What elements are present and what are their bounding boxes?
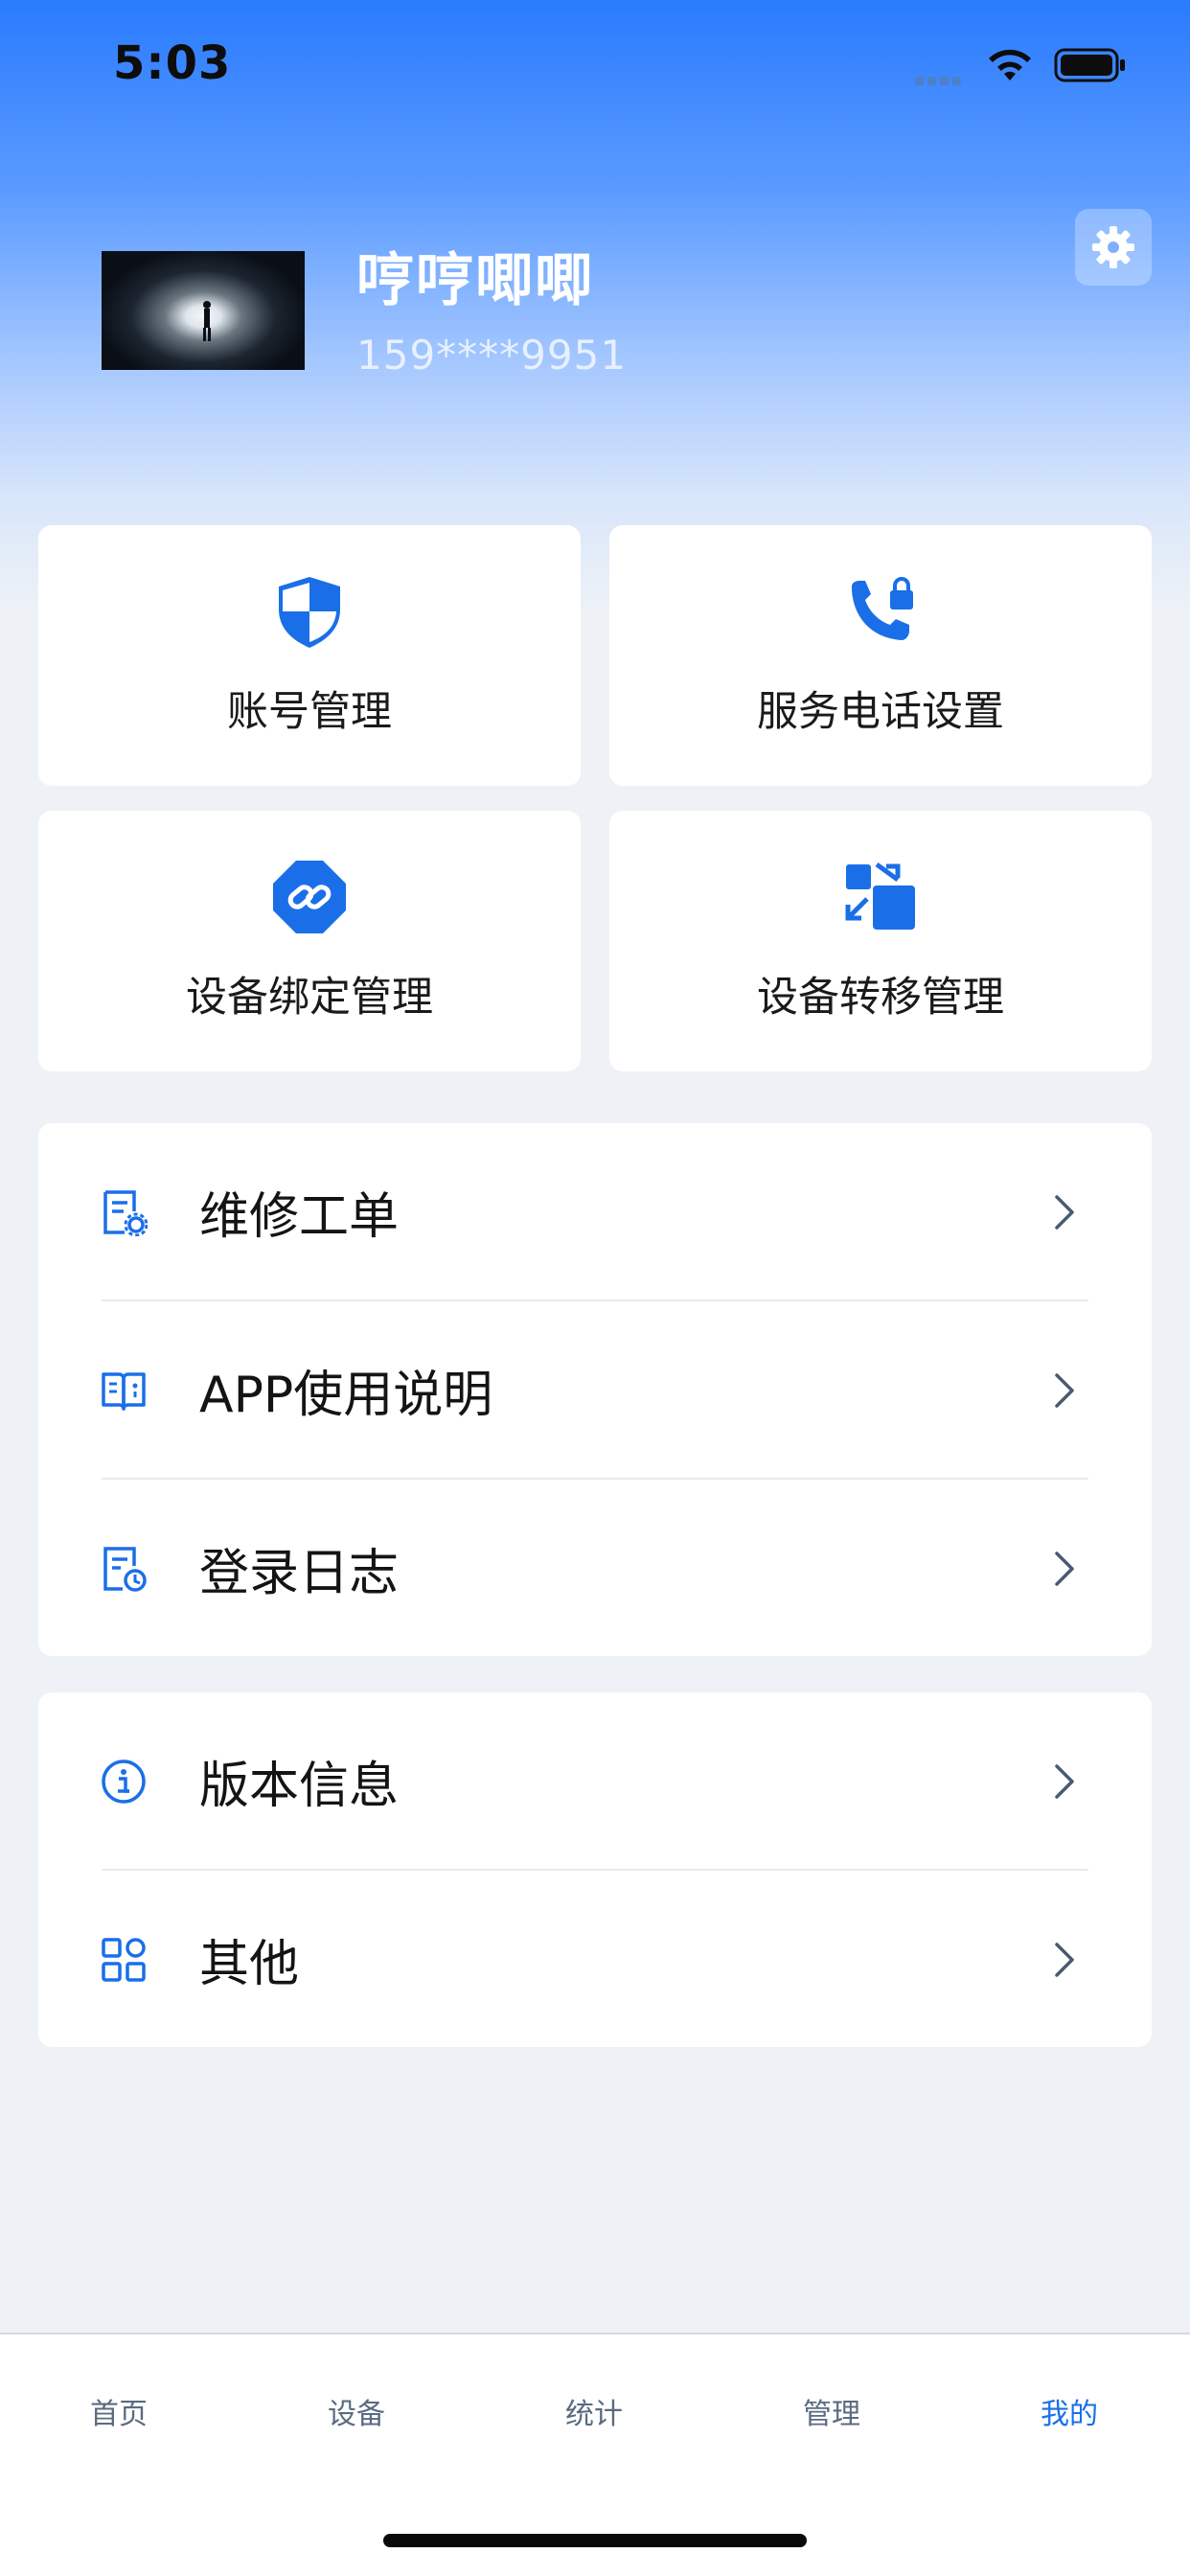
device-binding-card[interactable]: 设备绑定管理 xyxy=(38,811,581,1071)
menu-item-label: 登录日志 xyxy=(199,1544,400,1602)
home-indicator[interactable] xyxy=(383,2534,807,2547)
info-icon xyxy=(102,1760,146,1804)
menu-section-2: 版本信息 其他 xyxy=(38,1692,1152,2047)
cellular-signal-icon xyxy=(915,71,965,89)
wifi-icon xyxy=(989,49,1031,80)
menu-item-other[interactable]: 其他 xyxy=(38,1871,1152,2047)
account-management-label: 账号管理 xyxy=(227,688,392,736)
chevron-right-icon xyxy=(1055,1552,1074,1586)
user-phone: 159****9951 xyxy=(356,332,628,379)
battery-icon xyxy=(1054,48,1125,82)
menu-item-app-manual[interactable]: APP使用说明 xyxy=(38,1301,1152,1478)
profile-screen: 5:03 哼哼唧唧 159****9951 账号管理 服务电话设置 设备绑定管理… xyxy=(0,0,1190,2576)
avatar[interactable] xyxy=(102,251,305,370)
menu-item-label: 其他 xyxy=(199,1935,300,1993)
manual-book-icon xyxy=(102,1372,146,1411)
tab-statistics[interactable]: 统计 xyxy=(475,2390,713,2432)
tab-device[interactable]: 设备 xyxy=(238,2390,475,2432)
menu-item-label: 版本信息 xyxy=(199,1757,400,1815)
menu-item-label: 维修工单 xyxy=(199,1187,400,1246)
menu-item-version-info[interactable]: 版本信息 xyxy=(38,1692,1152,1869)
tab-management[interactable]: 管理 xyxy=(713,2390,950,2432)
chevron-right-icon xyxy=(1055,1943,1074,1977)
menu-item-label: APP使用说明 xyxy=(199,1366,493,1424)
shield-icon xyxy=(279,577,340,648)
device-transfer-card[interactable]: 设备转移管理 xyxy=(609,811,1152,1071)
phone-lock-icon xyxy=(852,577,913,640)
menu-item-repair-order[interactable]: 维修工单 xyxy=(38,1123,1152,1300)
account-management-card[interactable]: 账号管理 xyxy=(38,525,581,786)
status-time: 5:03 xyxy=(113,36,232,90)
chevron-right-icon xyxy=(1055,1764,1074,1799)
grid-icon xyxy=(102,1938,146,1982)
status-bar: 5:03 xyxy=(0,0,1190,125)
user-name: 哼哼唧唧 xyxy=(356,247,594,314)
transfer-icon xyxy=(845,862,915,930)
tab-home[interactable]: 首页 xyxy=(0,2390,238,2432)
avatar-figure-icon xyxy=(203,301,211,341)
menu-section-1: 维修工单 APP使用说明 登录日志 xyxy=(38,1123,1152,1656)
device-binding-label: 设备绑定管理 xyxy=(186,974,433,1022)
gear-icon xyxy=(1092,226,1134,268)
service-phone-settings-label: 服务电话设置 xyxy=(757,688,1004,736)
device-transfer-label: 设备转移管理 xyxy=(757,974,1004,1022)
service-phone-settings-card[interactable]: 服务电话设置 xyxy=(609,525,1152,786)
repair-order-icon xyxy=(103,1190,148,1236)
chevron-right-icon xyxy=(1055,1373,1074,1408)
chevron-right-icon xyxy=(1055,1195,1074,1230)
menu-item-login-log[interactable]: 登录日志 xyxy=(38,1480,1152,1656)
log-clock-icon xyxy=(103,1547,147,1592)
tab-mine[interactable]: 我的 xyxy=(950,2390,1188,2432)
settings-button[interactable] xyxy=(1075,209,1152,286)
link-icon xyxy=(273,861,346,933)
